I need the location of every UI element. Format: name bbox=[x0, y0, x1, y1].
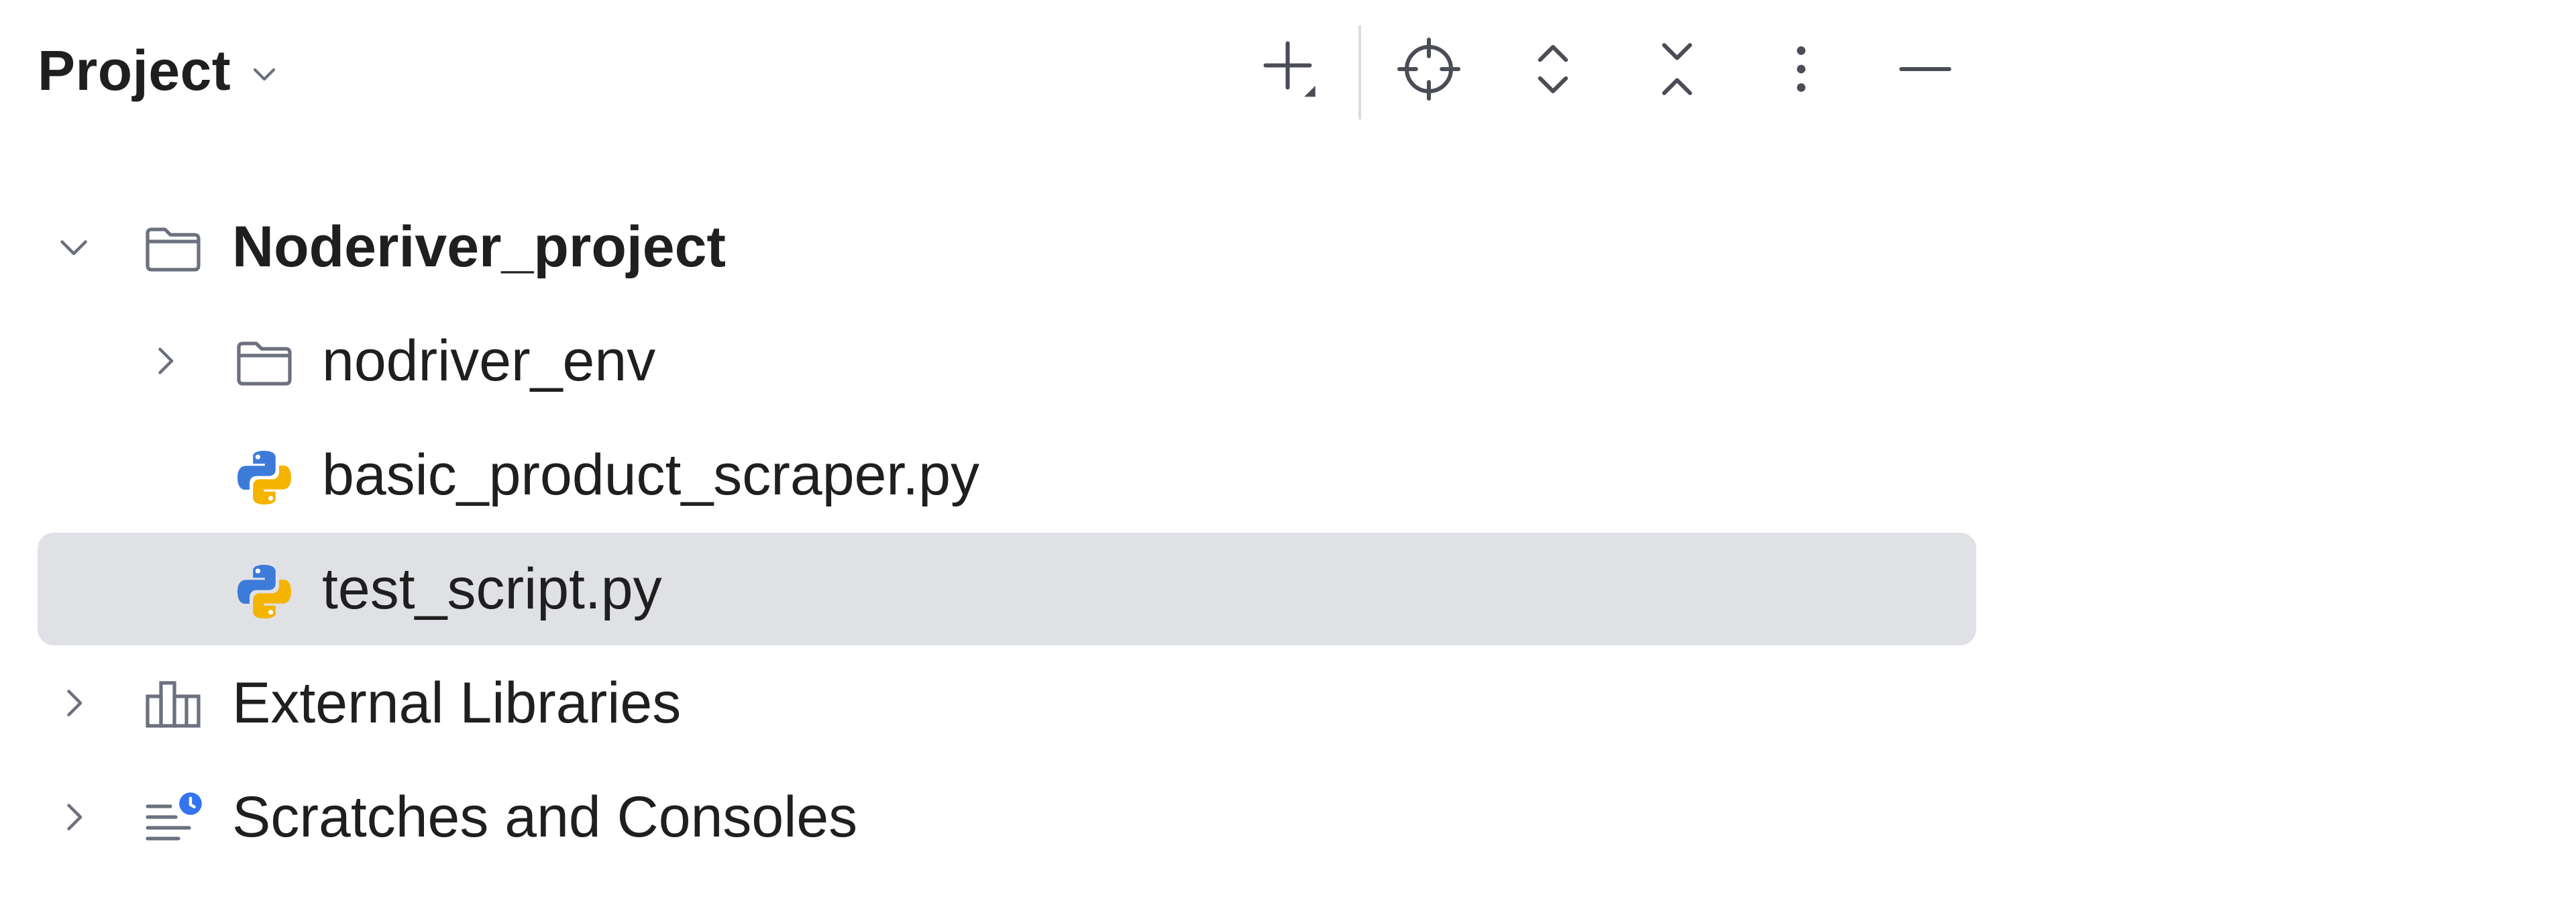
expand-all-icon bbox=[1538, 44, 1568, 94]
locate-icon bbox=[1397, 37, 1461, 101]
chevron-right-icon[interactable] bbox=[54, 683, 94, 723]
tree-item-label: test_script.py bbox=[322, 557, 662, 621]
tree-item-basic-product-scraper[interactable]: basic_product_scraper.py bbox=[38, 419, 1976, 531]
chevron-right-icon[interactable] bbox=[145, 341, 185, 381]
toolbar-separator bbox=[1358, 25, 1361, 119]
tree-item-external-libraries[interactable]: External Libraries bbox=[38, 647, 1976, 759]
minimize-icon bbox=[1899, 66, 1951, 72]
python-file-icon bbox=[237, 451, 291, 504]
tree-item-label: nodriver_env bbox=[322, 329, 656, 393]
expand-all-button[interactable] bbox=[1509, 25, 1597, 113]
collapse-all-button[interactable] bbox=[1633, 25, 1721, 113]
tree-item-noderiver-project[interactable]: Noderiver_project bbox=[38, 191, 1976, 303]
chevron-down-icon bbox=[254, 68, 276, 81]
project-view-selector[interactable]: Project bbox=[38, 34, 283, 107]
scratches-icon bbox=[146, 792, 202, 841]
library-icon bbox=[146, 681, 201, 728]
python-file-icon bbox=[237, 565, 291, 619]
hide-panel-button[interactable] bbox=[1882, 25, 1969, 113]
panel-toolbar bbox=[1234, 25, 1999, 119]
kebab-menu-icon bbox=[1796, 46, 1806, 92]
folder-icon bbox=[146, 227, 201, 272]
select-opened-file-button[interactable] bbox=[1385, 25, 1472, 113]
chevron-down-icon[interactable] bbox=[54, 227, 94, 267]
collapse-all-icon bbox=[1662, 43, 1693, 95]
project-panel-header: Project bbox=[0, 0, 2012, 141]
panel-title: Project bbox=[38, 38, 231, 102]
folder-icon bbox=[237, 341, 292, 386]
options-menu-button[interactable] bbox=[1758, 25, 1845, 113]
tree-item-label: Noderiver_project bbox=[232, 215, 727, 279]
tree-item-label: basic_product_scraper.py bbox=[322, 443, 980, 507]
plus-icon bbox=[1263, 41, 1316, 97]
tree-item-scratches-and-consoles[interactable]: Scratches and Consoles bbox=[38, 761, 1976, 873]
tree-item-nodriver-env[interactable]: nodriver_env bbox=[38, 305, 1976, 417]
tree-item-label: Scratches and Consoles bbox=[232, 785, 858, 849]
tree-item-label: External Libraries bbox=[232, 671, 682, 735]
chevron-right-icon[interactable] bbox=[54, 797, 94, 837]
new-item-button[interactable] bbox=[1248, 25, 1335, 113]
tree-item-test-script[interactable]: test_script.py bbox=[38, 533, 1976, 645]
